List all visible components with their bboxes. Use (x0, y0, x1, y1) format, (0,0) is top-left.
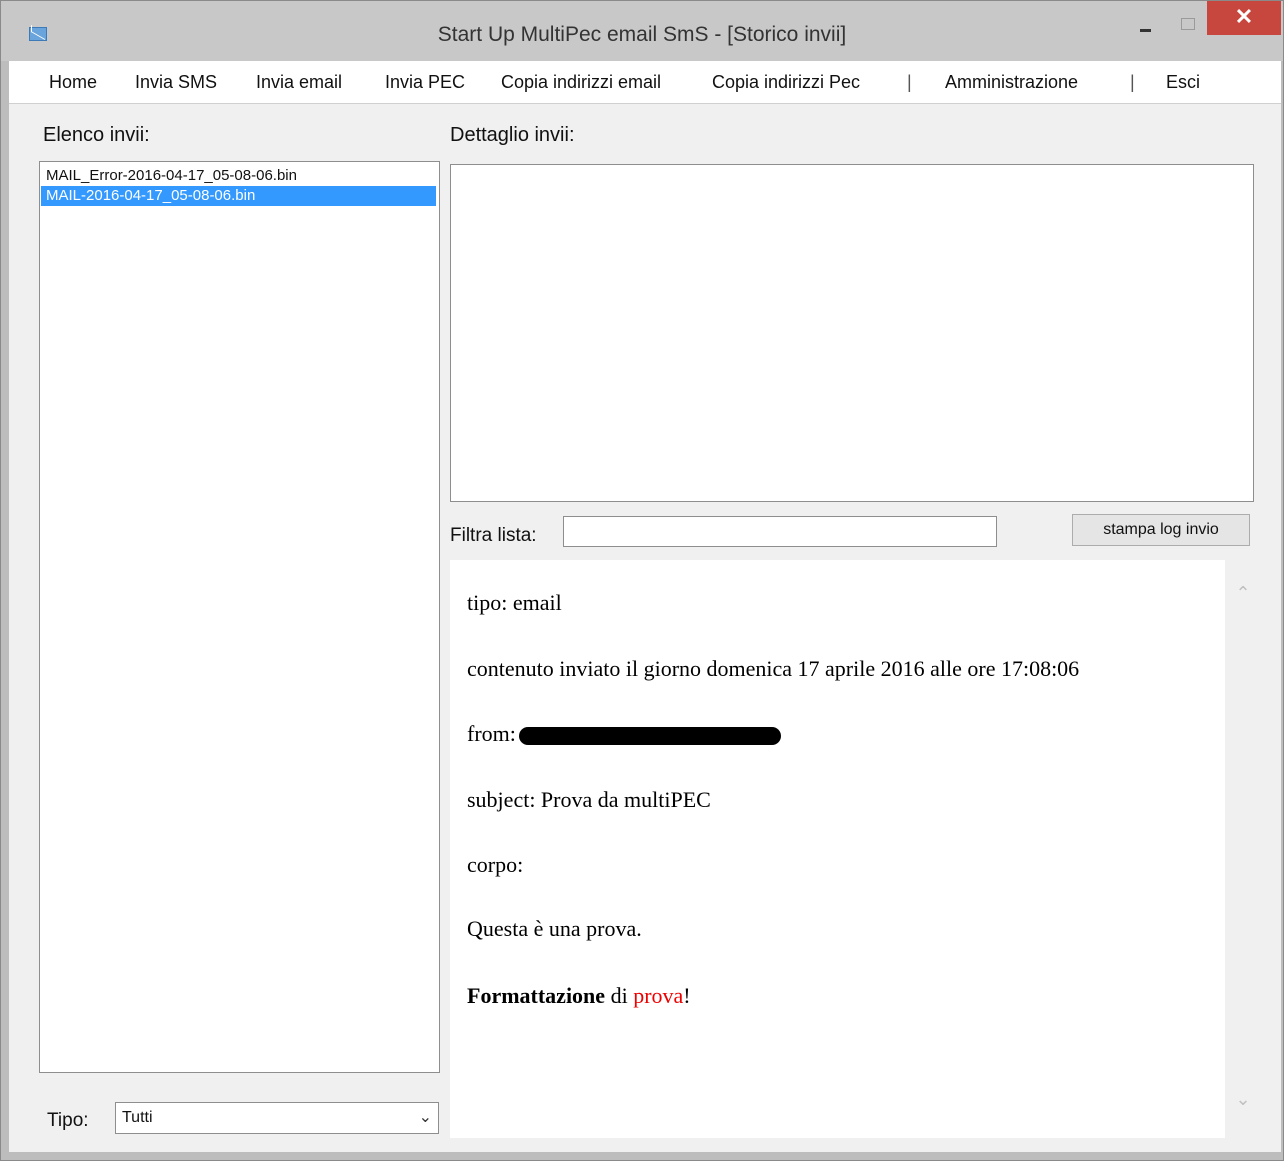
maximize-button[interactable] (1167, 11, 1211, 39)
menu-copia-indirizzi-pec[interactable]: Copia indirizzi Pec (712, 72, 860, 93)
dettaglio-invii-label: Dettaglio invii: (450, 124, 575, 146)
tipo-label: Tipo: (47, 1110, 89, 1131)
sent-list[interactable]: MAIL_Error-2016-04-17_05-08-06.bin MAIL-… (39, 161, 440, 1073)
menu-separator: | (1130, 72, 1135, 92)
menu-invia-email[interactable]: Invia email (256, 72, 342, 93)
scroll-down-icon[interactable]: ⌄ (1233, 1090, 1253, 1110)
menu-amministrazione[interactable]: Amministrazione (945, 72, 1078, 93)
log-format-bold: Formattazione (467, 983, 606, 1008)
menu-separator: | (907, 72, 912, 92)
log-type-line: tipo: email (467, 590, 562, 615)
filter-input[interactable] (563, 516, 997, 547)
log-body-text: Questa è una prova. (467, 916, 642, 941)
type-select[interactable]: Tutti ⌄ (115, 1102, 439, 1134)
type-select-value: Tutti (122, 1109, 153, 1126)
minimize-button[interactable] (1125, 11, 1169, 39)
menu-esci[interactable]: Esci (1166, 72, 1200, 93)
application-window: Start Up MultiPec email SmS - [Storico i… (0, 0, 1284, 1161)
list-item-selected[interactable]: MAIL-2016-04-17_05-08-06.bin (41, 186, 436, 206)
close-button[interactable]: ✕ (1207, 1, 1281, 35)
scroll-up-icon[interactable]: ⌃ (1233, 584, 1253, 604)
menu-home[interactable]: Home (49, 72, 97, 93)
menu-bar: Home Invia SMS Invia email Invia PEC Cop… (9, 61, 1281, 104)
redacted-email (518, 726, 781, 745)
log-format-red: prova (633, 983, 684, 1008)
chevron-down-icon: ⌄ (418, 1109, 432, 1126)
log-scrollbar[interactable]: ⌃ ⌄ (1225, 560, 1265, 1138)
log-format-end: ! (683, 983, 691, 1008)
filtra-lista-label: Filtra lista: (450, 525, 537, 546)
elenco-invii-label: Elenco invii: (43, 124, 150, 146)
detail-box[interactable] (450, 164, 1254, 502)
menu-invia-pec[interactable]: Invia PEC (385, 72, 465, 93)
window-title: Start Up MultiPec email SmS - [Storico i… (437, 23, 847, 46)
log-subject-line: subject: Prova da multiPEC (467, 787, 711, 812)
log-format-mid: di (605, 983, 634, 1008)
menu-copia-indirizzi-email[interactable]: Copia indirizzi email (501, 72, 661, 93)
log-format-line: Formattazione di prova! (467, 983, 691, 1009)
print-log-button[interactable]: stampa log invio (1072, 514, 1250, 546)
log-sent-line: contenuto inviato il giorno domenica 17 … (467, 656, 1080, 681)
main-content: Elenco invii: MAIL_Error-2016-04-17_05-0… (9, 104, 1281, 1152)
log-body-label: corpo: (467, 852, 524, 877)
log-viewer[interactable]: tipo: email contenuto inviato il giorno … (450, 560, 1225, 1138)
title-bar[interactable]: Start Up MultiPec email SmS - [Storico i… (1, 1, 1283, 61)
list-item[interactable]: MAIL_Error-2016-04-17_05-08-06.bin (41, 166, 436, 186)
menu-invia-sms[interactable]: Invia SMS (135, 72, 217, 93)
log-from-line: from: (467, 721, 781, 747)
log-from-label: from: (467, 721, 516, 746)
